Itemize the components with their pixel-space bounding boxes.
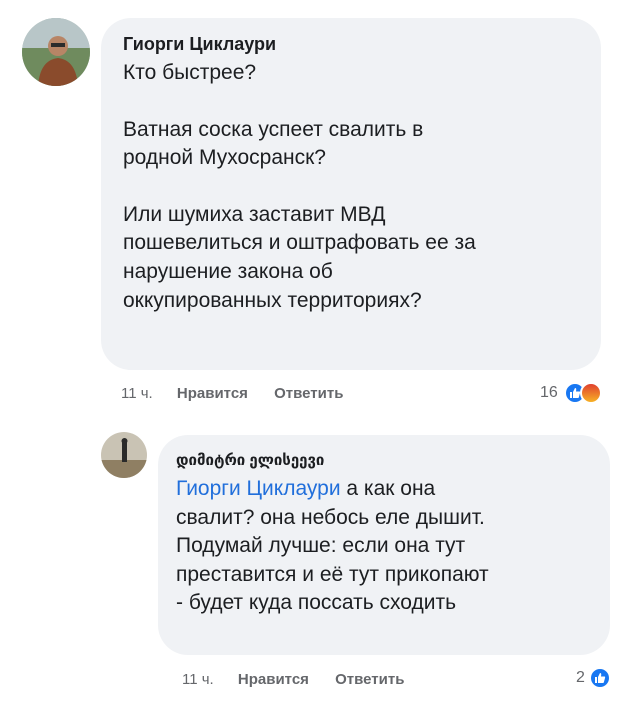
paragraph: Кто быстрее? bbox=[123, 59, 581, 88]
comment-bubble: Гиорги Циклаури Кто быстрее? Ватная соск… bbox=[101, 18, 601, 370]
text-line: Подумай лучше: если она тут bbox=[176, 534, 466, 558]
text-line: оккупированных территориях? bbox=[123, 288, 422, 312]
timestamp[interactable]: 11 ч. bbox=[121, 385, 153, 402]
timestamp[interactable]: 11 ч. bbox=[182, 671, 214, 688]
avatar[interactable] bbox=[101, 432, 147, 478]
text-line: Или шумиха заставит МВД bbox=[123, 202, 386, 226]
reaction-count: 2 bbox=[576, 669, 585, 686]
like-button[interactable]: Нравится bbox=[238, 671, 309, 688]
like-icon bbox=[588, 667, 611, 689]
like-button[interactable]: Нравится bbox=[177, 385, 248, 402]
avatar[interactable] bbox=[22, 18, 90, 86]
reaction-count: 16 bbox=[540, 384, 558, 401]
text-line: а как она bbox=[340, 477, 436, 500]
reaction-summary[interactable]: 16 bbox=[540, 382, 602, 404]
text-line: нарушение закона об bbox=[123, 259, 333, 283]
comment-actions: 11 ч. Нравится Ответить bbox=[121, 385, 343, 402]
text-line: Кто быстрее? bbox=[123, 61, 257, 84]
comment-bubble: დიმიტრი ელისეევი Гиорги Циклаури а как о… bbox=[158, 435, 610, 655]
text-line: свалит? она небось еле дышит. bbox=[176, 505, 485, 529]
angry-icon bbox=[579, 382, 602, 404]
reply-button[interactable]: Ответить bbox=[335, 671, 404, 688]
text-line: родной Мухосранск? bbox=[123, 146, 326, 170]
comment-text: Гиорги Циклаури а как она свалит? она не… bbox=[176, 475, 592, 618]
paragraph: Ватная соска успеет свалить в родной Мух… bbox=[123, 116, 581, 173]
avatar-photo bbox=[22, 18, 90, 86]
mention-link[interactable]: Гиорги Циклаури bbox=[176, 477, 341, 500]
reply-button[interactable]: Ответить bbox=[274, 385, 343, 402]
reaction-summary[interactable]: 2 bbox=[576, 667, 611, 689]
text-line: Ватная соска успеет свалить в bbox=[123, 117, 424, 141]
comment-author[interactable]: Гиорги Циклаури bbox=[123, 34, 581, 55]
text-line: - будет куда поссать сходить bbox=[176, 591, 457, 615]
comment-actions: 11 ч. Нравится Ответить bbox=[182, 671, 404, 688]
comment-text: Кто быстрее? Ватная соска успеет свалить… bbox=[123, 59, 581, 315]
text-line: пошевелиться и оштрафовать ее за bbox=[123, 231, 476, 255]
text-line: преставится и её тут прикопают bbox=[176, 562, 489, 586]
avatar-photo bbox=[101, 432, 147, 478]
comment-author[interactable]: დიმიტრი ელისეევი bbox=[176, 451, 592, 469]
paragraph: Или шумиха заставит МВД пошевелиться и о… bbox=[123, 201, 581, 315]
